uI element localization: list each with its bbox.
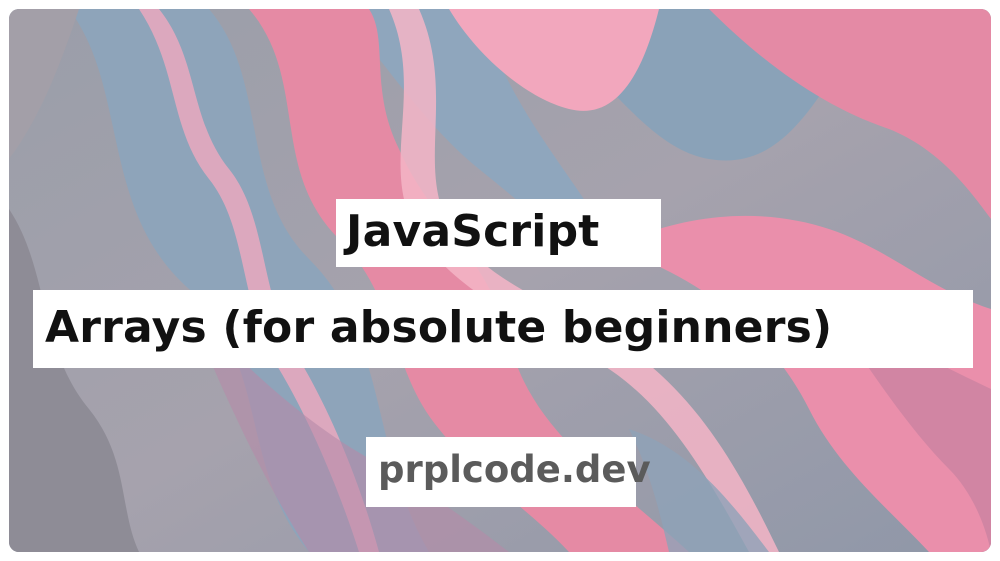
title-line-1: JavaScript xyxy=(336,199,661,267)
site-label: prplcode.dev xyxy=(366,437,651,507)
title-line-2: Arrays (for absolute beginners) xyxy=(33,290,973,368)
thumbnail-card: JavaScript Arrays (for absolute beginner… xyxy=(9,9,991,552)
